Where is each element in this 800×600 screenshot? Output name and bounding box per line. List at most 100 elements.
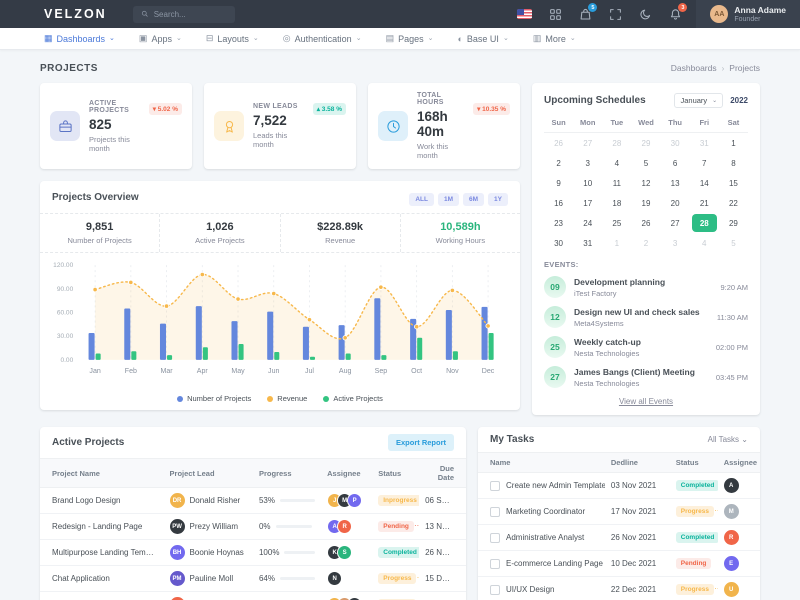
- status-badge: Progress: [378, 573, 416, 584]
- calendar-day-selected[interactable]: 28: [692, 214, 717, 232]
- calendar-day[interactable]: 2: [546, 154, 571, 172]
- stat-card-body: NEW LEADS7,522Leads this month: [253, 103, 304, 149]
- svg-text:90.00: 90.00: [57, 286, 74, 293]
- calendar-day[interactable]: 26: [633, 214, 658, 232]
- calendar-day[interactable]: 28: [604, 134, 629, 152]
- deadline-cell: 26 Nov 2021: [605, 525, 670, 551]
- calendar-day[interactable]: 3: [663, 234, 688, 252]
- month-select[interactable]: January ⌄: [674, 93, 723, 108]
- column-header-project-lead: Project Lead: [164, 459, 253, 488]
- dark-mode-moon-icon[interactable]: [638, 7, 652, 21]
- breadcrumb-item-dashboards[interactable]: Dashboards: [671, 63, 717, 73]
- calendar-day[interactable]: 24: [575, 214, 600, 232]
- stat-card-body: TOTAL HOURS168h 40mWork this month: [417, 92, 464, 160]
- calendar-day[interactable]: 2: [633, 234, 658, 252]
- task-checkbox[interactable]: [490, 533, 500, 543]
- calendar-day[interactable]: 31: [692, 134, 717, 152]
- assignee-cell: R: [718, 525, 760, 551]
- user-menu[interactable]: AA Anna Adame Founder: [696, 0, 800, 28]
- range-button-all[interactable]: ALL: [409, 193, 434, 206]
- nav-item-base-ui[interactable]: ◐Base UI⌄: [457, 34, 508, 44]
- overview-stat-label: Number of Projects: [40, 236, 159, 245]
- calendar-day[interactable]: 14: [692, 174, 717, 192]
- calendar-day[interactable]: 27: [575, 134, 600, 152]
- calendar-day[interactable]: 26: [546, 134, 571, 152]
- progress-bar: [284, 551, 315, 554]
- legend-dot: [177, 396, 183, 402]
- cart-icon[interactable]: 5: [578, 7, 592, 21]
- calendar-day[interactable]: 7: [692, 154, 717, 172]
- calendar-day[interactable]: 29: [633, 134, 658, 152]
- nav-item-authentication[interactable]: ◎Authentication⌄: [283, 33, 362, 44]
- fullscreen-icon[interactable]: [608, 7, 622, 21]
- range-button-6m[interactable]: 6M: [463, 193, 484, 206]
- calendar-day[interactable]: 18: [604, 194, 629, 212]
- calendar-day[interactable]: 6: [663, 154, 688, 172]
- calendar-day[interactable]: 4: [692, 234, 717, 252]
- calendar-day[interactable]: 15: [721, 174, 746, 192]
- project-lead-cell: PWPrezy William: [164, 514, 253, 540]
- calendar-day[interactable]: 27: [663, 214, 688, 232]
- assignee-cell: KS: [321, 540, 372, 566]
- stat-value: 825: [89, 117, 140, 132]
- calendar-day[interactable]: 22: [721, 194, 746, 212]
- search-input[interactable]: Search...: [133, 6, 235, 23]
- nav-item-dashboards[interactable]: ▦Dashboards⌄: [44, 33, 115, 44]
- calendar-day[interactable]: 8: [721, 154, 746, 172]
- range-button-1y[interactable]: 1Y: [488, 193, 508, 206]
- calendar-day[interactable]: 11: [604, 174, 629, 192]
- calendar-day[interactable]: 1: [604, 234, 629, 252]
- tasks-filter-dropdown[interactable]: All Tasks ⌄: [708, 435, 748, 444]
- lead-name: Donald Risher: [190, 496, 241, 505]
- calendar-day[interactable]: 23: [546, 214, 571, 232]
- nav-item-label: More: [545, 34, 566, 44]
- my-tasks-table: NameDedlineStatusAssignee Create new Adm…: [478, 452, 760, 600]
- view-all-events-link[interactable]: View all Events: [544, 392, 748, 409]
- task-checkbox[interactable]: [490, 481, 500, 491]
- nav-item-layouts[interactable]: ⊟Layouts⌄: [206, 33, 259, 44]
- calendar-day[interactable]: 9: [546, 174, 571, 192]
- nav-item-apps[interactable]: ▣Apps⌄: [139, 33, 182, 44]
- task-checkbox[interactable]: [490, 507, 500, 517]
- export-report-button[interactable]: Export Report: [388, 434, 454, 451]
- calendar-day[interactable]: 25: [604, 214, 629, 232]
- event-item: 12Design new UI and check salesMeta4Syst…: [544, 302, 748, 332]
- calendar-day[interactable]: 19: [633, 194, 658, 212]
- nav-item-more[interactable]: ▥More⌄: [533, 33, 576, 44]
- notifications-bell-icon[interactable]: 3: [668, 7, 682, 21]
- calendar-day[interactable]: 21: [692, 194, 717, 212]
- calendar-day[interactable]: 4: [604, 154, 629, 172]
- overview-stat-value: 1,026: [160, 221, 279, 233]
- calendar-day[interactable]: 1: [721, 134, 746, 152]
- apps-grid-icon[interactable]: [548, 7, 562, 21]
- calendar-day[interactable]: 5: [633, 154, 658, 172]
- calendar-day[interactable]: 16: [546, 194, 571, 212]
- calendar-day[interactable]: 10: [575, 174, 600, 192]
- task-name: Administrative Analyst: [506, 533, 584, 542]
- calendar-day[interactable]: 30: [663, 134, 688, 152]
- nav-item-pages[interactable]: ▤Pages⌄: [386, 33, 434, 44]
- calendar-day[interactable]: 5: [721, 234, 746, 252]
- calendar-day[interactable]: 12: [633, 174, 658, 192]
- calendar-day[interactable]: 30: [546, 234, 571, 252]
- calendar-day[interactable]: 29: [721, 214, 746, 232]
- calendar-day[interactable]: 20: [663, 194, 688, 212]
- schedules-title: Upcoming Schedules: [544, 95, 667, 106]
- table-row: Create WireframeJBJames Bangs77%TLDProgr…: [40, 592, 466, 600]
- calendar-day[interactable]: 3: [575, 154, 600, 172]
- event-time: 11:30 AM: [717, 313, 748, 322]
- language-flag-icon[interactable]: [517, 9, 532, 19]
- calendar-day[interactable]: 31: [575, 234, 600, 252]
- avatar: M: [724, 504, 739, 519]
- chevron-down-icon: ⌄: [712, 97, 717, 104]
- svg-text:Feb: Feb: [125, 368, 137, 375]
- deadline-cell: 17 Nov 2021: [605, 499, 670, 525]
- task-checkbox[interactable]: [490, 585, 500, 595]
- event-info: Development planningiTest Factory: [574, 277, 665, 298]
- calendar-day[interactable]: 17: [575, 194, 600, 212]
- avatar: BH: [170, 545, 185, 560]
- task-checkbox[interactable]: [490, 559, 500, 569]
- tasks-filter-value: All Tasks: [708, 435, 739, 444]
- range-button-1m[interactable]: 1M: [438, 193, 459, 206]
- calendar-day[interactable]: 13: [663, 174, 688, 192]
